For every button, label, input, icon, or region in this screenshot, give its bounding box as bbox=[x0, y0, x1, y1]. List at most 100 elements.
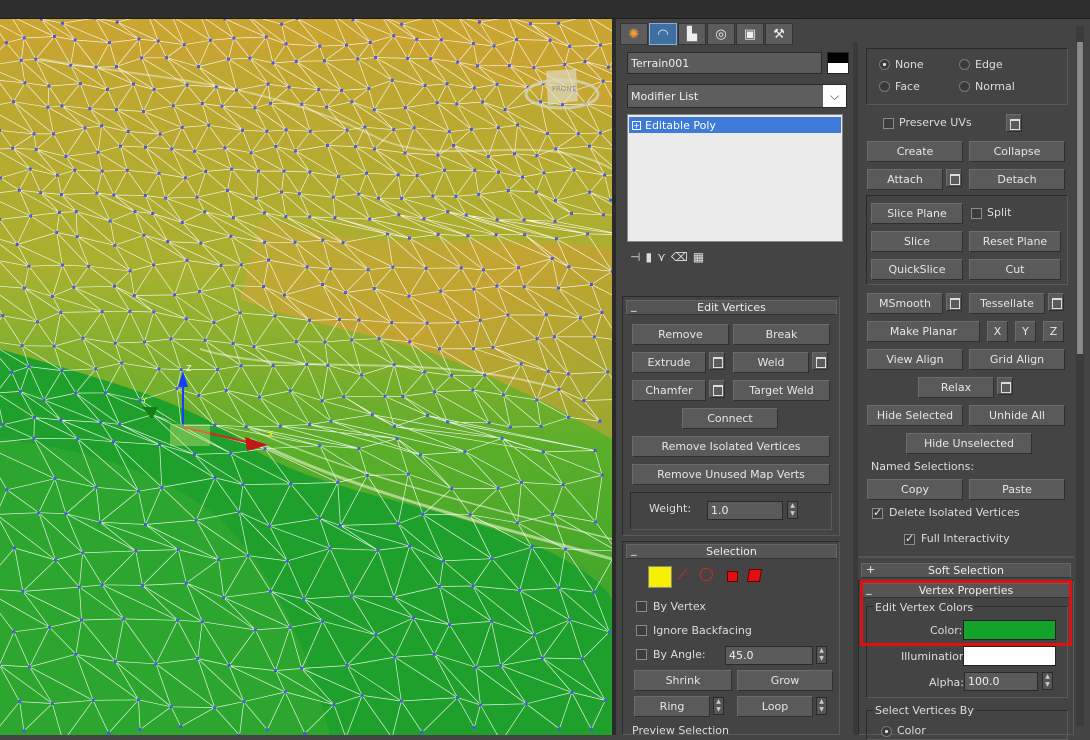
create-button[interactable]: Create bbox=[867, 141, 963, 162]
attach-button[interactable]: Attach bbox=[867, 169, 943, 190]
view-align-button[interactable]: View Align bbox=[867, 349, 963, 370]
title-bar bbox=[0, 0, 1090, 19]
scrollbar-thumb[interactable] bbox=[1077, 42, 1083, 354]
edge-mode-icon[interactable]: ⟋ bbox=[677, 568, 687, 584]
tessellate-settings-icon[interactable] bbox=[1048, 293, 1064, 311]
target-weld-button[interactable]: Target Weld bbox=[733, 380, 830, 401]
chamfer-button[interactable]: Chamfer bbox=[632, 380, 706, 401]
planar-z-button[interactable]: Z bbox=[1043, 321, 1064, 342]
grid-align-button[interactable]: Grid Align bbox=[969, 349, 1065, 370]
terrain-mesh[interactable]: Z X Y FRONT bbox=[0, 19, 612, 735]
copy-button[interactable]: Copy bbox=[867, 479, 963, 500]
object-color-swatch[interactable] bbox=[827, 52, 849, 74]
paste-button[interactable]: Paste bbox=[969, 479, 1065, 500]
full-interactivity-checkbox[interactable] bbox=[904, 534, 915, 545]
border-mode-icon[interactable]: ◯ bbox=[699, 567, 714, 582]
relax-settings-icon[interactable] bbox=[997, 377, 1013, 395]
remove-modifier-icon[interactable]: ⌫ bbox=[671, 250, 693, 264]
reset-plane-button[interactable]: Reset Plane bbox=[969, 231, 1061, 252]
ring-button[interactable]: Ring bbox=[634, 696, 710, 717]
polygon-mode-icon[interactable] bbox=[727, 571, 738, 582]
extrude-settings-icon[interactable] bbox=[709, 352, 725, 370]
extrude-button[interactable]: Extrude bbox=[632, 352, 706, 373]
vertex-mode-icon[interactable] bbox=[648, 566, 672, 588]
constraint-edge-radio[interactable] bbox=[959, 59, 970, 70]
by-vertex-checkbox[interactable] bbox=[636, 601, 647, 612]
element-mode-icon[interactable] bbox=[747, 569, 762, 582]
preserve-uvs-settings-icon[interactable] bbox=[1006, 114, 1022, 132]
loop-spinner[interactable]: ▲▼ bbox=[816, 697, 827, 715]
constraint-face-radio[interactable] bbox=[879, 81, 890, 92]
alpha-spinner[interactable]: ▲▼ bbox=[1042, 672, 1053, 690]
modify-tab[interactable]: ◠ bbox=[649, 23, 677, 45]
expand-icon[interactable]: + bbox=[632, 121, 641, 130]
quickslice-button[interactable]: QuickSlice bbox=[871, 259, 963, 280]
shrink-button[interactable]: Shrink bbox=[634, 670, 732, 691]
make-unique-icon[interactable]: ⋎ bbox=[657, 250, 671, 264]
constraint-normal-radio[interactable] bbox=[959, 81, 970, 92]
remove-unused-map-verts-button[interactable]: Remove Unused Map Verts bbox=[632, 464, 830, 485]
alpha-field[interactable]: 100.0 bbox=[964, 672, 1038, 691]
selection-header[interactable]: _Selection bbox=[626, 544, 837, 559]
msmooth-button[interactable]: MSmooth bbox=[867, 293, 943, 314]
loop-button[interactable]: Loop bbox=[737, 696, 813, 717]
weld-button[interactable]: Weld bbox=[733, 352, 809, 373]
ignore-backfacing-checkbox[interactable] bbox=[636, 625, 647, 636]
select-vertices-by-label: Select Vertices By bbox=[873, 704, 976, 717]
utilities-tab[interactable]: ⚒ bbox=[765, 23, 793, 45]
by-angle-checkbox[interactable] bbox=[636, 649, 647, 660]
weld-settings-icon[interactable] bbox=[812, 352, 828, 370]
object-name-field[interactable]: Terrain001 bbox=[627, 52, 822, 74]
cut-button[interactable]: Cut bbox=[969, 259, 1061, 280]
create-tab[interactable]: ✺ bbox=[620, 23, 648, 45]
weight-spinner[interactable]: ▲▼ bbox=[787, 501, 798, 519]
msmooth-settings-icon[interactable] bbox=[946, 293, 962, 311]
display-tab[interactable]: ▣ bbox=[736, 23, 764, 45]
grow-button[interactable]: Grow bbox=[737, 670, 833, 691]
chevron-down-icon[interactable]: ⌵ bbox=[823, 85, 846, 107]
edit-vertices-header[interactable]: _Edit Vertices bbox=[626, 300, 837, 315]
planar-x-button[interactable]: X bbox=[987, 321, 1008, 342]
slice-button[interactable]: Slice bbox=[871, 231, 963, 252]
configure-modifier-sets-icon[interactable]: ▦ bbox=[693, 250, 709, 264]
display-icon: ▣ bbox=[744, 27, 756, 42]
highlight-box bbox=[860, 580, 1072, 646]
attach-list-icon[interactable] bbox=[946, 169, 962, 187]
connect-button[interactable]: Connect bbox=[682, 408, 778, 429]
make-planar-button[interactable]: Make Planar bbox=[867, 321, 980, 342]
select-by-color-radio[interactable] bbox=[881, 726, 892, 737]
split-checkbox[interactable] bbox=[971, 208, 982, 219]
angle-field[interactable]: 45.0 bbox=[725, 646, 813, 665]
constraint-face-label: Face bbox=[895, 80, 920, 93]
modifier-list-dropdown[interactable]: Modifier List bbox=[627, 84, 847, 108]
unhide-all-button[interactable]: Unhide All bbox=[969, 405, 1065, 426]
constraint-none-radio[interactable] bbox=[879, 59, 890, 70]
modifier-stack[interactable]: + Editable Poly bbox=[627, 114, 843, 242]
pin-stack-icon[interactable]: ⊣ bbox=[630, 250, 645, 264]
soft-selection-header[interactable]: +Soft Selection bbox=[861, 563, 1071, 578]
angle-spinner[interactable]: ▲▼ bbox=[816, 646, 827, 664]
detach-button[interactable]: Detach bbox=[969, 169, 1065, 190]
modifier-stack-item[interactable]: + Editable Poly bbox=[629, 117, 841, 133]
preserve-uvs-checkbox[interactable] bbox=[883, 118, 894, 129]
remove-button[interactable]: Remove bbox=[632, 324, 729, 345]
constraint-none-label: None bbox=[895, 58, 924, 71]
motion-tab[interactable]: ◎ bbox=[707, 23, 735, 45]
perspective-viewport[interactable]: Z X Y FRONT bbox=[0, 19, 612, 735]
show-end-result-icon[interactable]: ▮ bbox=[645, 250, 657, 264]
hide-unselected-button[interactable]: Hide Unselected bbox=[906, 433, 1032, 454]
hierarchy-tab[interactable]: ▙ bbox=[678, 23, 706, 45]
illumination-color-swatch[interactable] bbox=[963, 646, 1056, 666]
break-button[interactable]: Break bbox=[733, 324, 830, 345]
slice-plane-button[interactable]: Slice Plane bbox=[871, 203, 963, 224]
ring-spinner[interactable]: ▲▼ bbox=[713, 697, 724, 715]
delete-isolated-vertices-checkbox[interactable] bbox=[872, 508, 883, 519]
weight-field[interactable]: 1.0 bbox=[707, 501, 783, 520]
collapse-button[interactable]: Collapse bbox=[969, 141, 1065, 162]
chamfer-settings-icon[interactable] bbox=[709, 380, 725, 398]
tessellate-button[interactable]: Tessellate bbox=[969, 293, 1045, 314]
planar-y-button[interactable]: Y bbox=[1015, 321, 1036, 342]
relax-button[interactable]: Relax bbox=[918, 377, 994, 398]
hide-selected-button[interactable]: Hide Selected bbox=[867, 405, 963, 426]
remove-isolated-vertices-button[interactable]: Remove Isolated Vertices bbox=[632, 436, 830, 457]
